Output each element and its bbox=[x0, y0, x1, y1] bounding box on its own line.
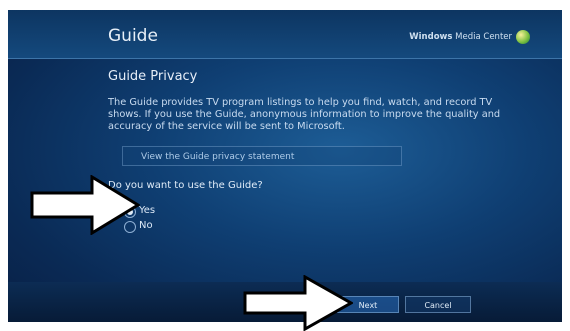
description-text: The Guide provides TV program listings t… bbox=[108, 97, 501, 132]
windows-logo-icon bbox=[516, 30, 530, 44]
cancel-button[interactable]: Cancel bbox=[405, 296, 471, 313]
brand-name-rest: Media Center bbox=[452, 32, 512, 42]
option-no-label[interactable]: No bbox=[139, 220, 153, 231]
arrow-to-yes-icon bbox=[30, 175, 140, 235]
brand-name-bold: Windows bbox=[409, 32, 453, 42]
section-title: Guide Privacy bbox=[108, 69, 198, 84]
privacy-statement-button[interactable]: View the Guide privacy statement bbox=[122, 146, 402, 166]
option-yes-label[interactable]: Yes bbox=[139, 205, 155, 216]
arrow-to-next-icon bbox=[243, 275, 353, 331]
header-bar: Guide Windows Media Center bbox=[8, 10, 562, 59]
page-title: Guide bbox=[108, 26, 158, 46]
brand-label: Windows Media Center bbox=[409, 32, 512, 42]
